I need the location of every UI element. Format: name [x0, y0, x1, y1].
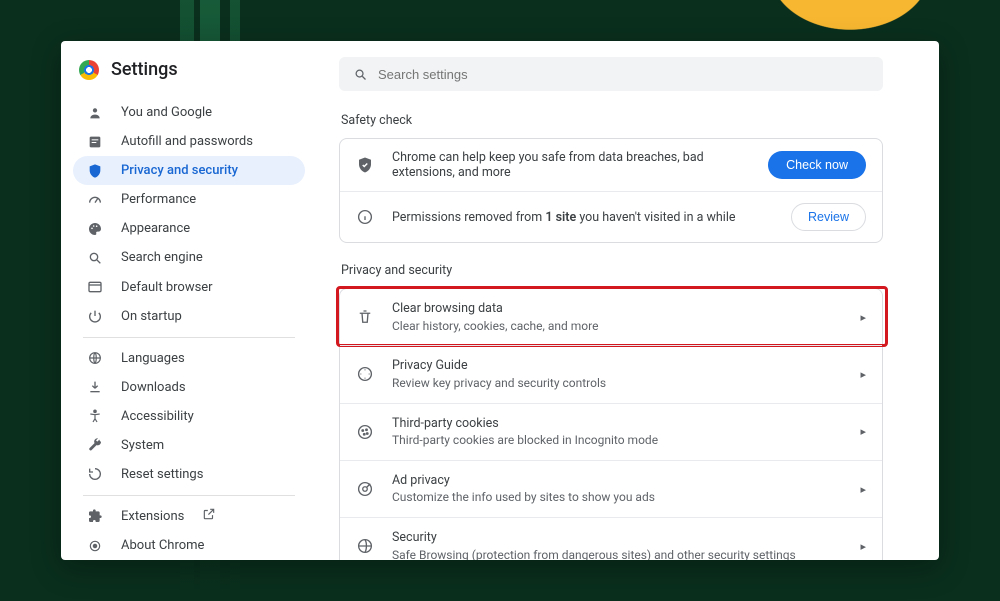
permissions-removed-row: Permissions removed from 1 site you have… — [340, 191, 882, 242]
check-now-button[interactable]: Check now — [768, 151, 866, 179]
chevron-right-icon: ▸ — [860, 483, 866, 496]
browser-icon — [87, 279, 103, 295]
sidebar-item-on-startup[interactable]: On startup — [73, 302, 305, 331]
external-link-icon — [202, 507, 216, 525]
review-button[interactable]: Review — [791, 203, 866, 231]
sidebar-item-languages[interactable]: Languages — [73, 344, 305, 373]
search-icon — [87, 250, 103, 266]
sidebar-item-label: Reset settings — [121, 467, 203, 482]
reset-icon — [87, 466, 103, 482]
sidebar-item-label: On startup — [121, 309, 182, 324]
download-icon — [87, 379, 103, 395]
row-ad-privacy[interactable]: Ad privacy Customize the info used by si… — [340, 460, 882, 517]
sidebar-item-label: System — [121, 438, 164, 453]
sidebar-item-about-chrome[interactable]: About Chrome — [73, 531, 305, 560]
info-icon — [356, 208, 374, 226]
permissions-removed-text: Permissions removed from 1 site you have… — [392, 210, 773, 225]
sidebar-item-performance[interactable]: Performance — [73, 185, 305, 214]
ad-icon — [356, 480, 374, 498]
chevron-right-icon: ▸ — [860, 425, 866, 438]
row-third-party-cookies[interactable]: Third-party cookies Third-party cookies … — [340, 403, 882, 460]
row-title: Privacy Guide — [392, 357, 842, 375]
row-clear-browsing-data[interactable]: Clear browsing data Clear history, cooki… — [340, 289, 882, 345]
sidebar-item-label: Extensions — [121, 509, 184, 524]
palette-icon — [87, 221, 103, 237]
sidebar-item-reset[interactable]: Reset settings — [73, 460, 305, 489]
safety-check-row: Chrome can help keep you safe from data … — [340, 139, 882, 191]
shield-check-icon — [356, 156, 374, 174]
sidebar-item-label: Privacy and security — [121, 163, 238, 178]
world-shield-icon — [356, 537, 374, 555]
row-sub: Review key privacy and security controls — [392, 375, 842, 392]
power-icon — [87, 308, 103, 324]
sidebar-item-extensions[interactable]: Extensions — [73, 502, 305, 531]
sidebar-item-system[interactable]: System — [73, 431, 305, 460]
puzzle-icon — [87, 508, 103, 524]
row-privacy-guide[interactable]: Privacy Guide Review key privacy and sec… — [340, 345, 882, 402]
row-title: Ad privacy — [392, 472, 842, 490]
person-icon — [87, 105, 103, 121]
cog-icon — [87, 538, 103, 554]
compass-icon — [356, 365, 374, 383]
sidebar-item-label: Search engine — [121, 250, 203, 265]
shield-icon — [87, 163, 103, 179]
sidebar-item-search-engine[interactable]: Search engine — [73, 243, 305, 272]
search-input[interactable] — [378, 67, 869, 82]
search-bar[interactable] — [339, 57, 883, 91]
brand: Settings — [73, 59, 305, 98]
row-title: Third-party cookies — [392, 415, 842, 433]
sidebar-item-label: Default browser — [121, 280, 213, 295]
sidebar-divider — [83, 495, 295, 496]
cookie-icon — [356, 423, 374, 441]
sidebar-item-privacy-security[interactable]: Privacy and security — [73, 156, 305, 185]
row-title: Clear browsing data — [392, 300, 842, 318]
sidebar-item-label: Performance — [121, 192, 196, 207]
sidebar-item-you-and-google[interactable]: You and Google — [73, 98, 305, 127]
trash-icon — [356, 308, 374, 326]
sidebar-item-autofill[interactable]: Autofill and passwords — [73, 127, 305, 156]
content: Safety check Chrome can help keep you sa… — [311, 41, 939, 560]
page-title: Settings — [111, 59, 178, 80]
row-sub: Customize the info used by sites to show… — [392, 489, 842, 506]
privacy-security-card: Clear browsing data Clear history, cooki… — [339, 288, 883, 560]
sidebar-item-accessibility[interactable]: Accessibility — [73, 402, 305, 431]
accessibility-icon — [87, 408, 103, 424]
sidebar-item-appearance[interactable]: Appearance — [73, 214, 305, 243]
row-title: Security — [392, 529, 842, 547]
sidebar-item-label: Autofill and passwords — [121, 134, 253, 149]
sidebar-item-label: Downloads — [121, 380, 186, 395]
chevron-right-icon: ▸ — [860, 311, 866, 324]
sidebar-item-label: You and Google — [121, 105, 212, 120]
row-security[interactable]: Security Safe Browsing (protection from … — [340, 517, 882, 560]
chevron-right-icon: ▸ — [860, 368, 866, 381]
settings-window: Settings You and Google Autofill and pas… — [61, 41, 939, 560]
section-title-privacy: Privacy and security — [341, 263, 883, 278]
safety-check-card: Chrome can help keep you safe from data … — [339, 138, 883, 243]
sidebar-item-label: About Chrome — [121, 538, 204, 553]
safety-check-text: Chrome can help keep you safe from data … — [392, 150, 750, 180]
wrench-icon — [87, 437, 103, 453]
chevron-right-icon: ▸ — [860, 540, 866, 553]
row-sub: Third-party cookies are blocked in Incog… — [392, 432, 842, 449]
search-icon — [353, 67, 368, 82]
sidebar-item-label: Languages — [121, 351, 185, 366]
sidebar-item-label: Appearance — [121, 221, 190, 236]
chrome-logo-icon — [79, 60, 99, 80]
sidebar-item-downloads[interactable]: Downloads — [73, 373, 305, 402]
row-sub: Clear history, cookies, cache, and more — [392, 318, 842, 335]
sidebar: Settings You and Google Autofill and pas… — [61, 41, 311, 560]
row-sub: Safe Browsing (protection from dangerous… — [392, 547, 842, 560]
globe-icon — [87, 350, 103, 366]
sidebar-item-label: Accessibility — [121, 409, 194, 424]
section-title-safety: Safety check — [341, 113, 883, 128]
speedometer-icon — [87, 192, 103, 208]
sidebar-item-default-browser[interactable]: Default browser — [73, 272, 305, 301]
sidebar-divider — [83, 337, 295, 338]
autofill-icon — [87, 134, 103, 150]
